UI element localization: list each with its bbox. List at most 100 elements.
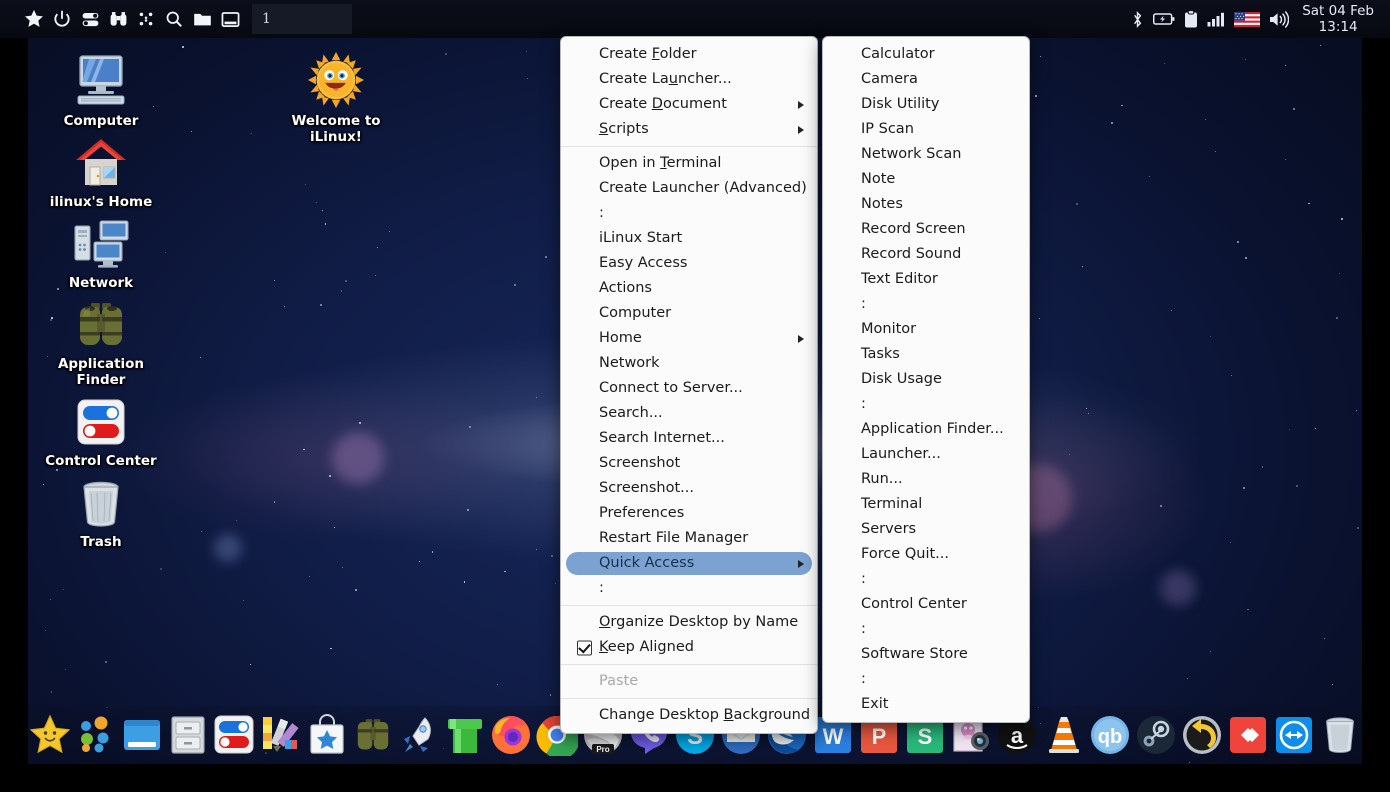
quick-access-item-spacer-23[interactable]: : [823, 617, 1029, 642]
dock-item-applications[interactable] [74, 709, 118, 761]
desktop-icon-computer[interactable]: Computer [36, 52, 166, 129]
wallpaper-star [535, 548, 537, 550]
quick-access-item-force-quit[interactable]: Force Quit... [823, 542, 1029, 567]
menu-item-search-internet[interactable]: Search Internet... [561, 426, 817, 451]
menu-item-easy-access[interactable]: Easy Access [561, 251, 817, 276]
quick-access-item-spacer-21[interactable]: : [823, 567, 1029, 592]
desktop-context-menu[interactable]: Create Folder Create Launcher... Create Do… [560, 36, 818, 734]
dock-item-show-desktop[interactable] [120, 709, 164, 761]
desktop-icon-control-center[interactable]: Control Center [36, 392, 166, 469]
menu-item-create-launcher-advanced[interactable]: Create Launcher (Advanced) [561, 176, 817, 201]
quick-access-item-calculator[interactable]: Calculator [823, 42, 1029, 67]
desktop-icon-network[interactable]: Network [36, 214, 166, 291]
menu-item-create-folder[interactable]: Create Folder [561, 42, 817, 67]
dock-item-pipe[interactable] [443, 709, 487, 761]
menu-item-screenshot[interactable]: Screenshot [561, 451, 817, 476]
dock-item-teamviewer[interactable] [1272, 709, 1316, 761]
dock-item-vlc[interactable] [1041, 709, 1085, 761]
volume-icon[interactable] [1269, 8, 1290, 30]
menu-item-create-document[interactable]: Create Document [561, 92, 817, 117]
menu-item-computer[interactable]: Computer [561, 301, 817, 326]
quick-access-item-software-store[interactable]: Software Store [823, 642, 1029, 667]
dock-item-qbittorrent[interactable]: qb [1088, 709, 1132, 761]
flag-us-icon[interactable] [1234, 8, 1261, 30]
binoculars-icon[interactable] [104, 4, 132, 34]
wallpaper-star [1121, 104, 1123, 107]
menu-item-scripts[interactable]: Scripts [561, 117, 817, 142]
dock-item-trash[interactable] [1318, 709, 1362, 761]
quick-access-item-spacer-25[interactable]: : [823, 667, 1029, 692]
menu-item-ilinux-start[interactable]: iLinux Start [561, 226, 817, 251]
toggles-icon[interactable] [76, 4, 104, 34]
quick-access-item-record-sound[interactable]: Record Sound [823, 242, 1029, 267]
menu-item-open-in-terminal[interactable]: Open in Terminal [561, 151, 817, 176]
bluetooth-icon[interactable] [1131, 8, 1144, 30]
search-icon[interactable] [160, 4, 188, 34]
dock-item-control-center[interactable] [212, 709, 256, 761]
dock-item-ilinux-start[interactable] [28, 709, 72, 761]
menu-item-label: Change Desktop Background [599, 707, 811, 723]
menu-item-actions[interactable]: Actions [561, 276, 817, 301]
quick-access-item-camera[interactable]: Camera [823, 67, 1029, 92]
task-button[interactable]: 1 [252, 4, 352, 34]
dock-item-application-finder[interactable] [351, 709, 395, 761]
quick-access-item-launcher[interactable]: Launcher... [823, 442, 1029, 467]
window-icon[interactable] [216, 4, 244, 34]
dock-item-anydesk[interactable] [1226, 709, 1270, 761]
menu-item-home[interactable]: Home [561, 326, 817, 351]
quick-access-item-notes[interactable]: Notes [823, 192, 1029, 217]
clipboard-icon[interactable] [1184, 8, 1198, 30]
desktop-icon-welcome[interactable]: Welcome to iLinux! [271, 52, 401, 145]
menu-item-spacer-22[interactable]: : [561, 576, 817, 601]
quick-access-item-terminal[interactable]: Terminal [823, 492, 1029, 517]
menu-item-create-launcher[interactable]: Create Launcher... [561, 67, 817, 92]
quick-access-item-exit[interactable]: Exit [823, 692, 1029, 717]
quick-access-item-ip-scan[interactable]: IP Scan [823, 117, 1029, 142]
menu-item-quick-access[interactable]: Quick Access [561, 551, 817, 576]
menu-item-spacer-7[interactable]: : [561, 201, 817, 226]
desktop-icon-trash[interactable]: Trash [36, 473, 166, 550]
menu-item-preferences[interactable]: Preferences [561, 501, 817, 526]
clock[interactable]: Sat 04 Feb 13:14 [1298, 3, 1382, 35]
quick-access-item-tasks[interactable]: Tasks [823, 342, 1029, 367]
desktop-icon-application-finder[interactable]: Application Finder [36, 295, 166, 388]
quick-access-submenu[interactable]: Calculator Camera Disk Utility IP Scan Netwo… [822, 36, 1030, 723]
quick-access-item-note[interactable]: Note [823, 167, 1029, 192]
menu-item-network[interactable]: Network [561, 351, 817, 376]
dock-item-backup[interactable] [1180, 709, 1224, 761]
checkbox-checked-icon[interactable] [577, 640, 592, 655]
quick-access-item-spacer-14[interactable]: : [823, 392, 1029, 417]
dock-item-launcher[interactable] [397, 709, 441, 761]
quick-access-item-network-scan[interactable]: Network Scan [823, 142, 1029, 167]
desktop-icon-home[interactable]: ilinux's Home [36, 133, 166, 210]
quick-access-item-run[interactable]: Run... [823, 467, 1029, 492]
signal-bars-icon[interactable] [1207, 8, 1225, 30]
menu-item-search[interactable]: Search... [561, 401, 817, 426]
quick-access-item-monitor[interactable]: Monitor [823, 317, 1029, 342]
dock-item-firefox[interactable] [489, 709, 533, 761]
power-icon[interactable] [48, 4, 76, 34]
quick-access-item-application-finder[interactable]: Application Finder... [823, 417, 1029, 442]
quick-access-item-text-editor[interactable]: Text Editor [823, 267, 1029, 292]
quick-access-item-spacer-10[interactable]: : [823, 292, 1029, 317]
dock-item-steam[interactable] [1134, 709, 1178, 761]
dock-item-file-manager[interactable] [166, 709, 210, 761]
dock-item-software-store[interactable] [304, 709, 348, 761]
grid-dots-icon[interactable] [132, 4, 160, 34]
battery-icon[interactable] [1153, 8, 1175, 30]
menu-item-change-desktop-background[interactable]: Change Desktop Background [561, 703, 817, 728]
star-icon[interactable] [20, 4, 48, 34]
quick-access-item-disk-usage[interactable]: Disk Usage [823, 367, 1029, 392]
quick-access-item-disk-utility[interactable]: Disk Utility [823, 92, 1029, 117]
quick-access-item-control-center[interactable]: Control Center [823, 592, 1029, 617]
dock-item-appearance[interactable] [258, 709, 302, 761]
menu-item-organize-desktop-by-name[interactable]: Organize Desktop by Name [561, 610, 817, 635]
menu-item-screenshot[interactable]: Screenshot... [561, 476, 817, 501]
quick-access-item-record-screen[interactable]: Record Screen [823, 217, 1029, 242]
menu-item-keep-aligned[interactable]: Keep Aligned [561, 635, 817, 660]
folder-icon[interactable] [188, 4, 216, 34]
menu-item-restart-file-manager[interactable]: Restart File Manager [561, 526, 817, 551]
quick-access-item-servers[interactable]: Servers [823, 517, 1029, 542]
menu-item-label: Notes [861, 196, 903, 212]
menu-item-connect-to-server[interactable]: Connect to Server... [561, 376, 817, 401]
